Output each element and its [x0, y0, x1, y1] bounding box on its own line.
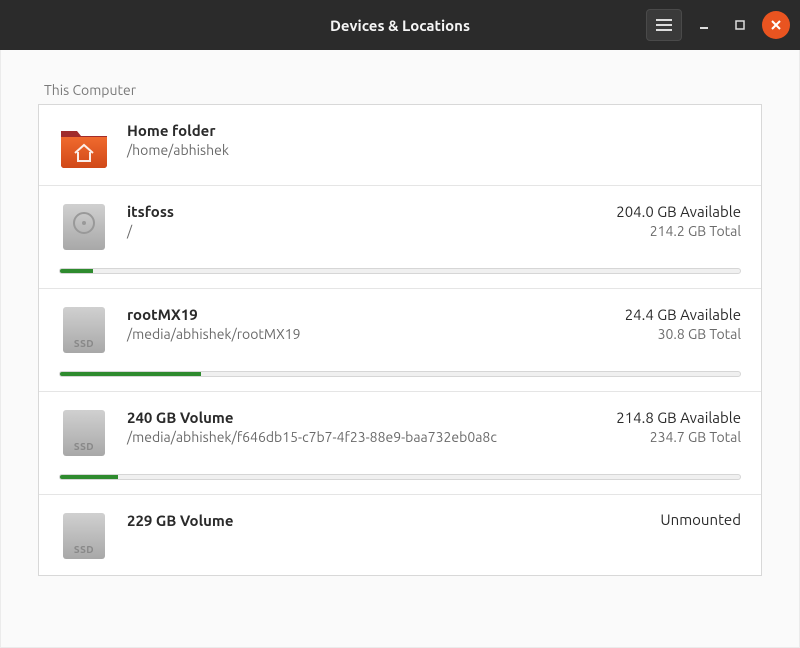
- device-icon-box: [59, 305, 109, 355]
- device-name: Home folder: [127, 121, 723, 141]
- device-available: 24.4 GB Available: [625, 305, 741, 325]
- usage-bar: [59, 474, 741, 480]
- maximize-icon: [734, 19, 746, 31]
- device-total: 30.8 GB Total: [625, 325, 741, 343]
- ssd-drive-icon: [63, 307, 105, 353]
- device-row[interactable]: Home folder/home/abhishek: [39, 105, 761, 186]
- device-row[interactable]: rootMX19/media/abhishek/rootMX19 24.4 GB …: [39, 289, 761, 392]
- device-name: 240 GB Volume: [127, 408, 598, 428]
- device-stats: Unmounted: [660, 511, 741, 528]
- usage-bar-fill: [60, 475, 118, 479]
- device-total: 234.7 GB Total: [616, 428, 741, 446]
- usage-bar: [59, 268, 741, 274]
- device-path: /home/abhishek: [127, 141, 723, 159]
- device-list-panel: Home folder/home/abhishekitsfoss/204.0 G…: [38, 104, 762, 576]
- usage-bar-fill: [60, 269, 93, 273]
- ssd-drive-icon: [63, 513, 105, 559]
- device-available: 204.0 GB Available: [616, 202, 741, 222]
- device-stats: 24.4 GB Available30.8 GB Total: [625, 305, 741, 343]
- device-name: rootMX19: [127, 305, 607, 325]
- titlebar: Devices & Locations: [0, 0, 800, 50]
- device-info: rootMX19/media/abhishek/rootMX19: [127, 305, 607, 343]
- section-label: This Computer: [38, 82, 762, 98]
- close-icon: [770, 19, 782, 31]
- device-row-top: rootMX19/media/abhishek/rootMX19 24.4 GB …: [59, 305, 741, 355]
- usage-bar: [59, 371, 741, 377]
- device-info: 229 GB Volume: [127, 511, 642, 531]
- device-info: Home folder/home/abhishek: [127, 121, 723, 159]
- minimize-button[interactable]: [690, 11, 718, 39]
- usage-bar-fill: [60, 372, 201, 376]
- device-available: 214.8 GB Available: [616, 408, 741, 428]
- device-row-top: Home folder/home/abhishek: [59, 121, 741, 171]
- device-path: /media/abhishek/f646db15-c7b7-4f23-88e9-…: [127, 428, 598, 446]
- device-icon-box: [59, 511, 109, 561]
- ssd-drive-icon: [63, 410, 105, 456]
- device-icon-box: [59, 408, 109, 458]
- menu-button[interactable]: [646, 9, 682, 41]
- device-total: 214.2 GB Total: [616, 222, 741, 240]
- device-row-top: 240 GB Volume/media/abhishek/f646db15-c7…: [59, 408, 741, 458]
- device-row[interactable]: 240 GB Volume/media/abhishek/f646db15-c7…: [39, 392, 761, 495]
- app-window: Devices & Locations This Computer: [0, 0, 800, 648]
- device-stats: 204.0 GB Available214.2 GB Total: [616, 202, 741, 240]
- device-path: /media/abhishek/rootMX19: [127, 325, 607, 343]
- device-row-top: itsfoss/204.0 GB Available214.2 GB Total: [59, 202, 741, 252]
- device-stats: 214.8 GB Available234.7 GB Total: [616, 408, 741, 446]
- device-row-top: 229 GB Volume Unmounted: [59, 511, 741, 561]
- device-name: 229 GB Volume: [127, 511, 642, 531]
- device-row[interactable]: 229 GB Volume Unmounted: [39, 495, 761, 575]
- home-folder-icon: [59, 123, 109, 169]
- minimize-icon: [698, 19, 710, 31]
- device-name: itsfoss: [127, 202, 598, 222]
- device-row[interactable]: itsfoss/204.0 GB Available214.2 GB Total: [39, 186, 761, 289]
- close-button[interactable]: [762, 11, 790, 39]
- device-info: itsfoss/: [127, 202, 598, 240]
- device-info: 240 GB Volume/media/abhishek/f646db15-c7…: [127, 408, 598, 446]
- hamburger-icon: [656, 19, 672, 31]
- device-path: /: [127, 222, 598, 240]
- maximize-button[interactable]: [726, 11, 754, 39]
- content-area: This Computer Home folder/home/abhishek i…: [0, 50, 800, 648]
- device-icon-box: [59, 202, 109, 252]
- titlebar-controls: [646, 9, 790, 41]
- device-icon-box: [59, 121, 109, 171]
- hard-drive-icon: [63, 204, 105, 250]
- device-status: Unmounted: [660, 511, 741, 528]
- window-title: Devices & Locations: [330, 17, 470, 34]
